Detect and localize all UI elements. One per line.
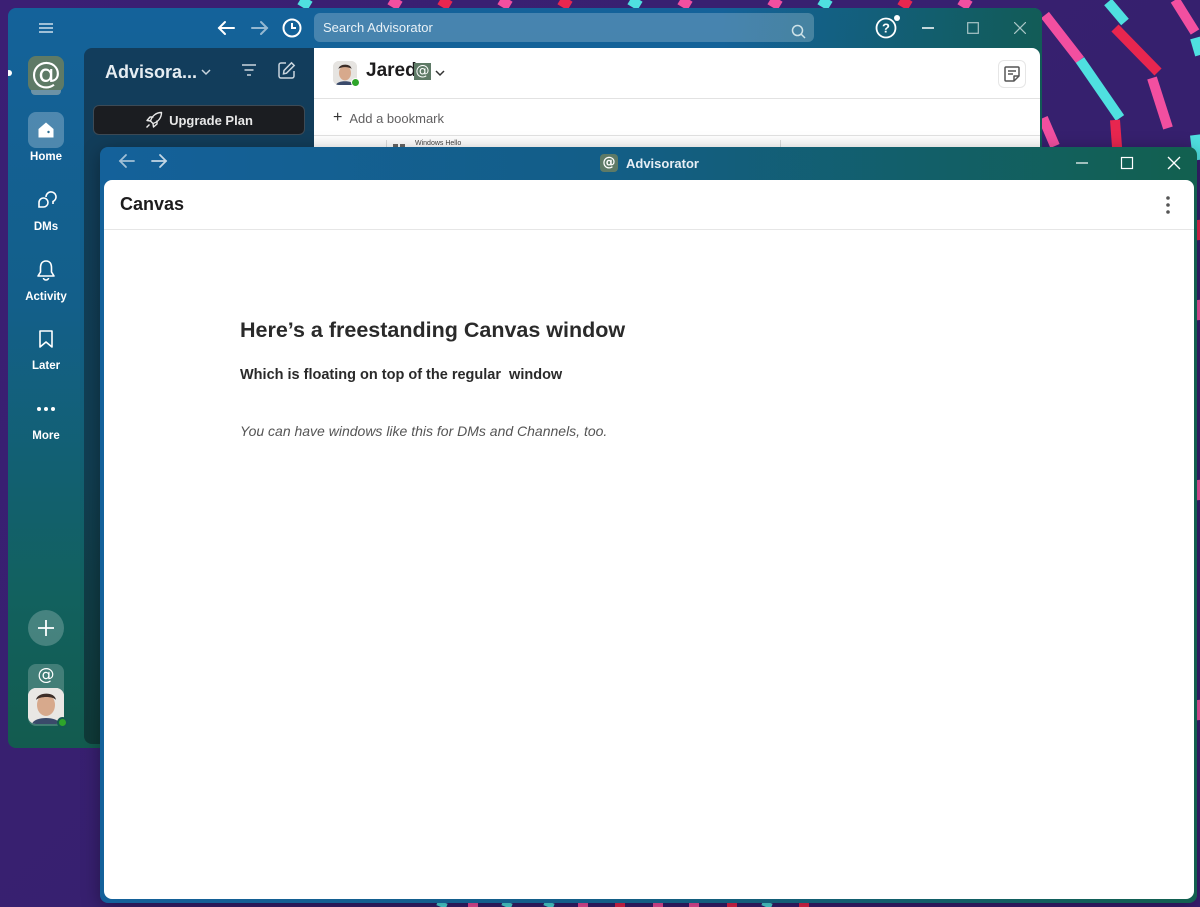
canvas-button[interactable] bbox=[998, 60, 1026, 88]
rail-item-label: DMs bbox=[33, 221, 59, 233]
search-icon bbox=[791, 20, 806, 39]
bookmark-bar: + Add a bookmark bbox=[314, 99, 1040, 136]
maximize-icon[interactable] bbox=[1117, 153, 1137, 173]
active-workspace-indicator bbox=[8, 70, 12, 76]
canvas-window-title: @ Advisorator bbox=[600, 154, 699, 172]
upgrade-plan-button[interactable]: Upgrade Plan bbox=[93, 105, 305, 135]
canvas-window: @ Advisorator Canvas Here’s a freestandi… bbox=[100, 147, 1197, 903]
close-icon[interactable] bbox=[1164, 153, 1184, 173]
compose-icon[interactable] bbox=[277, 61, 297, 81]
plus-icon: + bbox=[333, 109, 343, 126]
minimize-icon[interactable] bbox=[1072, 153, 1092, 173]
main-titlebar: Search Advisorator ? bbox=[8, 8, 1042, 48]
rail-item-home[interactable]: Home bbox=[18, 112, 74, 163]
menu-hamburger-icon[interactable] bbox=[36, 19, 56, 37]
svg-text:?: ? bbox=[882, 21, 890, 36]
search-placeholder: Search Advisorator bbox=[323, 20, 433, 35]
presence-indicator bbox=[351, 78, 360, 87]
rail-item-more[interactable]: More bbox=[18, 391, 74, 442]
rail-item-activity[interactable]: Activity bbox=[18, 252, 74, 303]
history-clock-icon[interactable] bbox=[280, 16, 304, 40]
add-bookmark-button[interactable]: + Add a bookmark bbox=[333, 109, 444, 127]
profile-button[interactable]: @ bbox=[28, 664, 68, 728]
document-italic-text: You can have windows like this for DMs a… bbox=[240, 423, 608, 439]
more-options-icon[interactable] bbox=[1160, 194, 1176, 216]
chevron-down-icon[interactable] bbox=[434, 66, 446, 78]
document-subheading: Which is floating on top of the regular … bbox=[240, 367, 563, 383]
rail-item-label: Later bbox=[31, 360, 61, 372]
close-icon[interactable] bbox=[1010, 18, 1030, 38]
dm-avatar[interactable] bbox=[333, 61, 360, 87]
forward-arrow-icon[interactable] bbox=[248, 17, 272, 39]
preview-text: Windows Hello bbox=[415, 140, 462, 147]
add-bookmark-label: Add a bookmark bbox=[349, 110, 445, 126]
bookmark-icon bbox=[28, 321, 64, 357]
workspace-logo[interactable]: @ bbox=[28, 56, 64, 96]
dm-name[interactable]: Jared bbox=[366, 60, 417, 82]
maximize-icon[interactable] bbox=[963, 18, 983, 38]
profile-workspace-glyph: @ bbox=[37, 665, 55, 685]
rail-item-label: Home bbox=[30, 151, 62, 163]
rail-item-label: Activity bbox=[25, 291, 67, 303]
canvas-header: Canvas bbox=[104, 180, 1194, 230]
rail-item-later[interactable]: Later bbox=[18, 321, 74, 372]
help-icon[interactable]: ? bbox=[874, 15, 900, 40]
canvas-body: Canvas Here’s a freestanding Canvas wind… bbox=[104, 180, 1194, 899]
dms-icon bbox=[28, 182, 64, 218]
forward-arrow-icon[interactable] bbox=[150, 153, 172, 173]
document-heading: Here’s a freestanding Canvas window bbox=[240, 318, 626, 342]
workspace-rail: @ Home DMs Activity Later More @ bbox=[8, 48, 84, 748]
presence-indicator bbox=[57, 717, 68, 728]
bell-icon bbox=[28, 252, 64, 288]
filter-icon[interactable] bbox=[241, 63, 259, 81]
back-arrow-icon[interactable] bbox=[118, 153, 140, 173]
rocket-icon bbox=[146, 111, 163, 128]
canvas-window-title-text: Advisorator bbox=[626, 155, 699, 171]
workspace-badge: @ bbox=[414, 63, 431, 80]
canvas-icon bbox=[1004, 66, 1020, 82]
workspace-logo-icon: @ bbox=[600, 154, 618, 172]
chevron-down-icon[interactable] bbox=[200, 65, 214, 79]
add-workspace-button[interactable] bbox=[28, 610, 64, 646]
rail-item-label: More bbox=[32, 430, 60, 442]
plus-icon bbox=[38, 620, 54, 636]
workspace-logo-glyph: @ bbox=[28, 56, 64, 92]
canvas-document[interactable]: Here’s a freestanding Canvas window Whic… bbox=[240, 318, 625, 439]
back-arrow-icon[interactable] bbox=[214, 17, 238, 39]
rail-item-dms[interactable]: DMs bbox=[18, 182, 74, 233]
minimize-icon[interactable] bbox=[918, 18, 938, 38]
search-input[interactable]: Search Advisorator bbox=[314, 13, 814, 42]
more-icon bbox=[28, 391, 64, 427]
upgrade-plan-label: Upgrade Plan bbox=[169, 112, 253, 128]
canvas-heading: Canvas bbox=[120, 194, 185, 214]
channel-header: Jared @ bbox=[314, 48, 1040, 99]
home-icon bbox=[28, 112, 64, 148]
notification-dot bbox=[894, 15, 900, 21]
workspace-name[interactable]: Advisora... bbox=[105, 62, 197, 83]
